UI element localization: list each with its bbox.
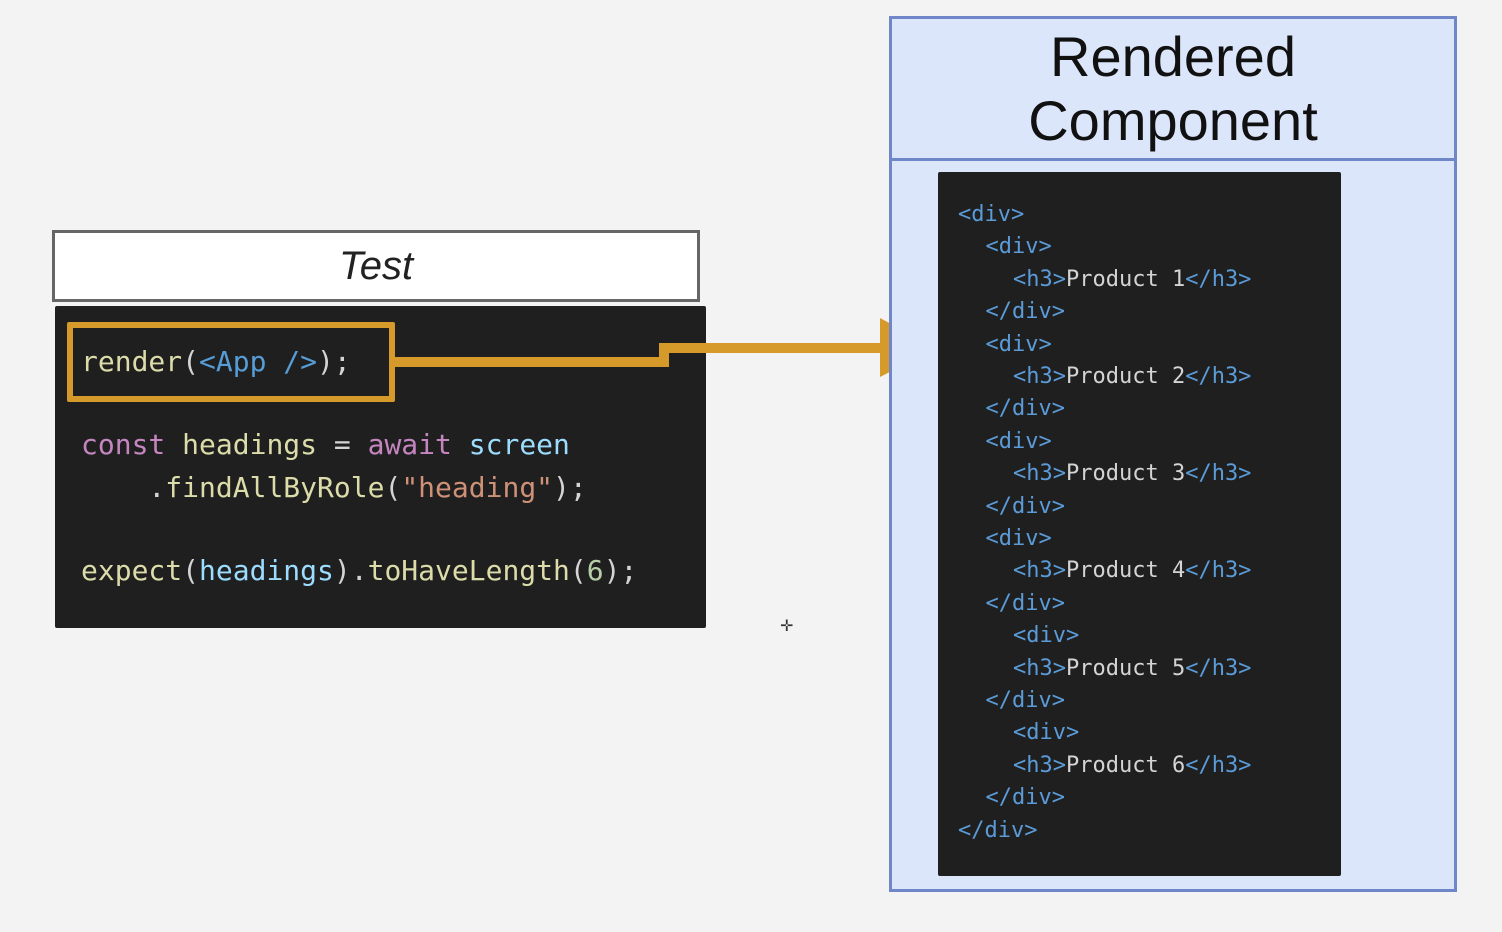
html-tag: <h3> xyxy=(1013,364,1066,389)
html-tag: <div> xyxy=(1013,623,1080,649)
html-tag: </div> xyxy=(985,590,1065,616)
html-tag: <h3> xyxy=(1013,752,1066,778)
code-token: headings xyxy=(199,554,334,587)
code-token: await xyxy=(367,428,469,461)
code-token: ( xyxy=(569,554,587,587)
html-tag: </h3> xyxy=(1185,752,1252,778)
html-tag: <h3> xyxy=(1013,266,1066,292)
html-tag: <div> xyxy=(985,526,1052,551)
html-text: Product 1 xyxy=(1065,266,1186,292)
code-token: findAllByRole xyxy=(165,471,385,504)
rendered-html-line: <h3>Product 6</h3> xyxy=(1013,752,1252,778)
rendered-title-line1: Rendered xyxy=(1050,24,1296,88)
rendered-html-line: <h3>Product 1</h3> xyxy=(1013,266,1252,292)
code-token: const xyxy=(81,428,183,461)
html-tag: </div> xyxy=(985,299,1065,325)
rendered-html-line: <h3>Product 5</h3> xyxy=(1013,655,1252,681)
rendered-html-line: </div> xyxy=(986,398,1065,420)
code-token: 6 xyxy=(586,554,604,587)
code-line-expect: expect(headings).toHaveLength(6); xyxy=(81,557,637,585)
html-tag: </div> xyxy=(985,785,1065,811)
html-text: Product 3 xyxy=(1065,461,1186,487)
code-token: ( xyxy=(384,471,402,504)
html-tag: <div> xyxy=(958,202,1025,227)
rendered-html-line: <div> xyxy=(986,236,1052,258)
rendered-html-line: </div> xyxy=(985,590,1065,616)
rendered-component-header: Rendered Component xyxy=(892,19,1454,161)
code-token: "heading" xyxy=(401,471,554,504)
code-token: ( xyxy=(182,554,200,587)
rendered-title-line2: Component xyxy=(1028,88,1318,152)
rendered-html-line: <div> xyxy=(1013,722,1079,744)
rendered-html-line: <div> xyxy=(1013,625,1079,647)
html-tag: <div> xyxy=(985,331,1052,357)
html-text: Product 4 xyxy=(1065,558,1186,584)
rendered-html-line: </div> xyxy=(986,690,1065,712)
html-text: Product 5 xyxy=(1065,655,1186,681)
code-token: expect xyxy=(81,554,183,587)
html-tag: </h3> xyxy=(1185,266,1252,292)
html-text: Product 2 xyxy=(1065,364,1186,389)
html-tag: <div> xyxy=(985,428,1052,454)
html-tag: </div> xyxy=(985,396,1065,422)
html-tag: </h3> xyxy=(1185,364,1252,389)
move-cursor-icon: ✛ xyxy=(780,616,794,635)
html-tag: </h3> xyxy=(1185,461,1252,487)
rendered-html-line: <div> xyxy=(985,331,1052,357)
html-tag: <div> xyxy=(985,234,1052,260)
code-token: = xyxy=(333,428,368,461)
rendered-html-line: </div> xyxy=(986,787,1065,809)
code-token: headings xyxy=(182,428,334,461)
rendered-html-line: <div> xyxy=(958,204,1024,226)
code-token: . xyxy=(81,471,166,504)
rendered-html-line: <div> xyxy=(985,428,1052,454)
code-token: ); xyxy=(603,554,638,587)
html-tag: <h3> xyxy=(1013,655,1066,681)
code-token: toHaveLength xyxy=(367,554,570,587)
code-line-find-all-by-role: .findAllByRole("heading"); xyxy=(81,471,587,504)
code-token: ); xyxy=(553,471,587,504)
code-line-const-headings: const headings = await screen xyxy=(81,431,570,459)
test-box-header: Test xyxy=(52,230,700,302)
code-token: ). xyxy=(333,554,368,587)
html-tag: </div> xyxy=(958,817,1038,843)
html-tag: </h3> xyxy=(1185,558,1252,584)
test-box-title: Test xyxy=(338,243,414,288)
html-tag: <div> xyxy=(1013,720,1080,746)
rendered-html-line: <h3>Product 2</h3> xyxy=(1013,366,1251,388)
html-tag: </div> xyxy=(985,688,1065,713)
rendered-html-line: <div> xyxy=(986,528,1052,550)
rendered-html-line: </div> xyxy=(986,301,1065,323)
rendered-html-code-block: <div> <div> <h3>Product 1</h3> </div> <div> <… xyxy=(938,172,1341,876)
html-tag: </div> xyxy=(985,493,1065,519)
html-tag: <h3> xyxy=(1013,558,1066,584)
rendered-html-line: <h3>Product 4</h3> xyxy=(1013,560,1251,582)
html-tag: <h3> xyxy=(1013,461,1066,487)
code-token: screen xyxy=(468,428,570,461)
html-tag: </h3> xyxy=(1185,655,1252,681)
rendered-html-line: </div> xyxy=(958,817,1038,843)
rendered-html-line: </div> xyxy=(985,493,1065,519)
render-call-highlight xyxy=(67,322,395,402)
rendered-html-line: <h3>Product 3</h3> xyxy=(1013,463,1251,485)
html-text: Product 6 xyxy=(1065,752,1186,778)
